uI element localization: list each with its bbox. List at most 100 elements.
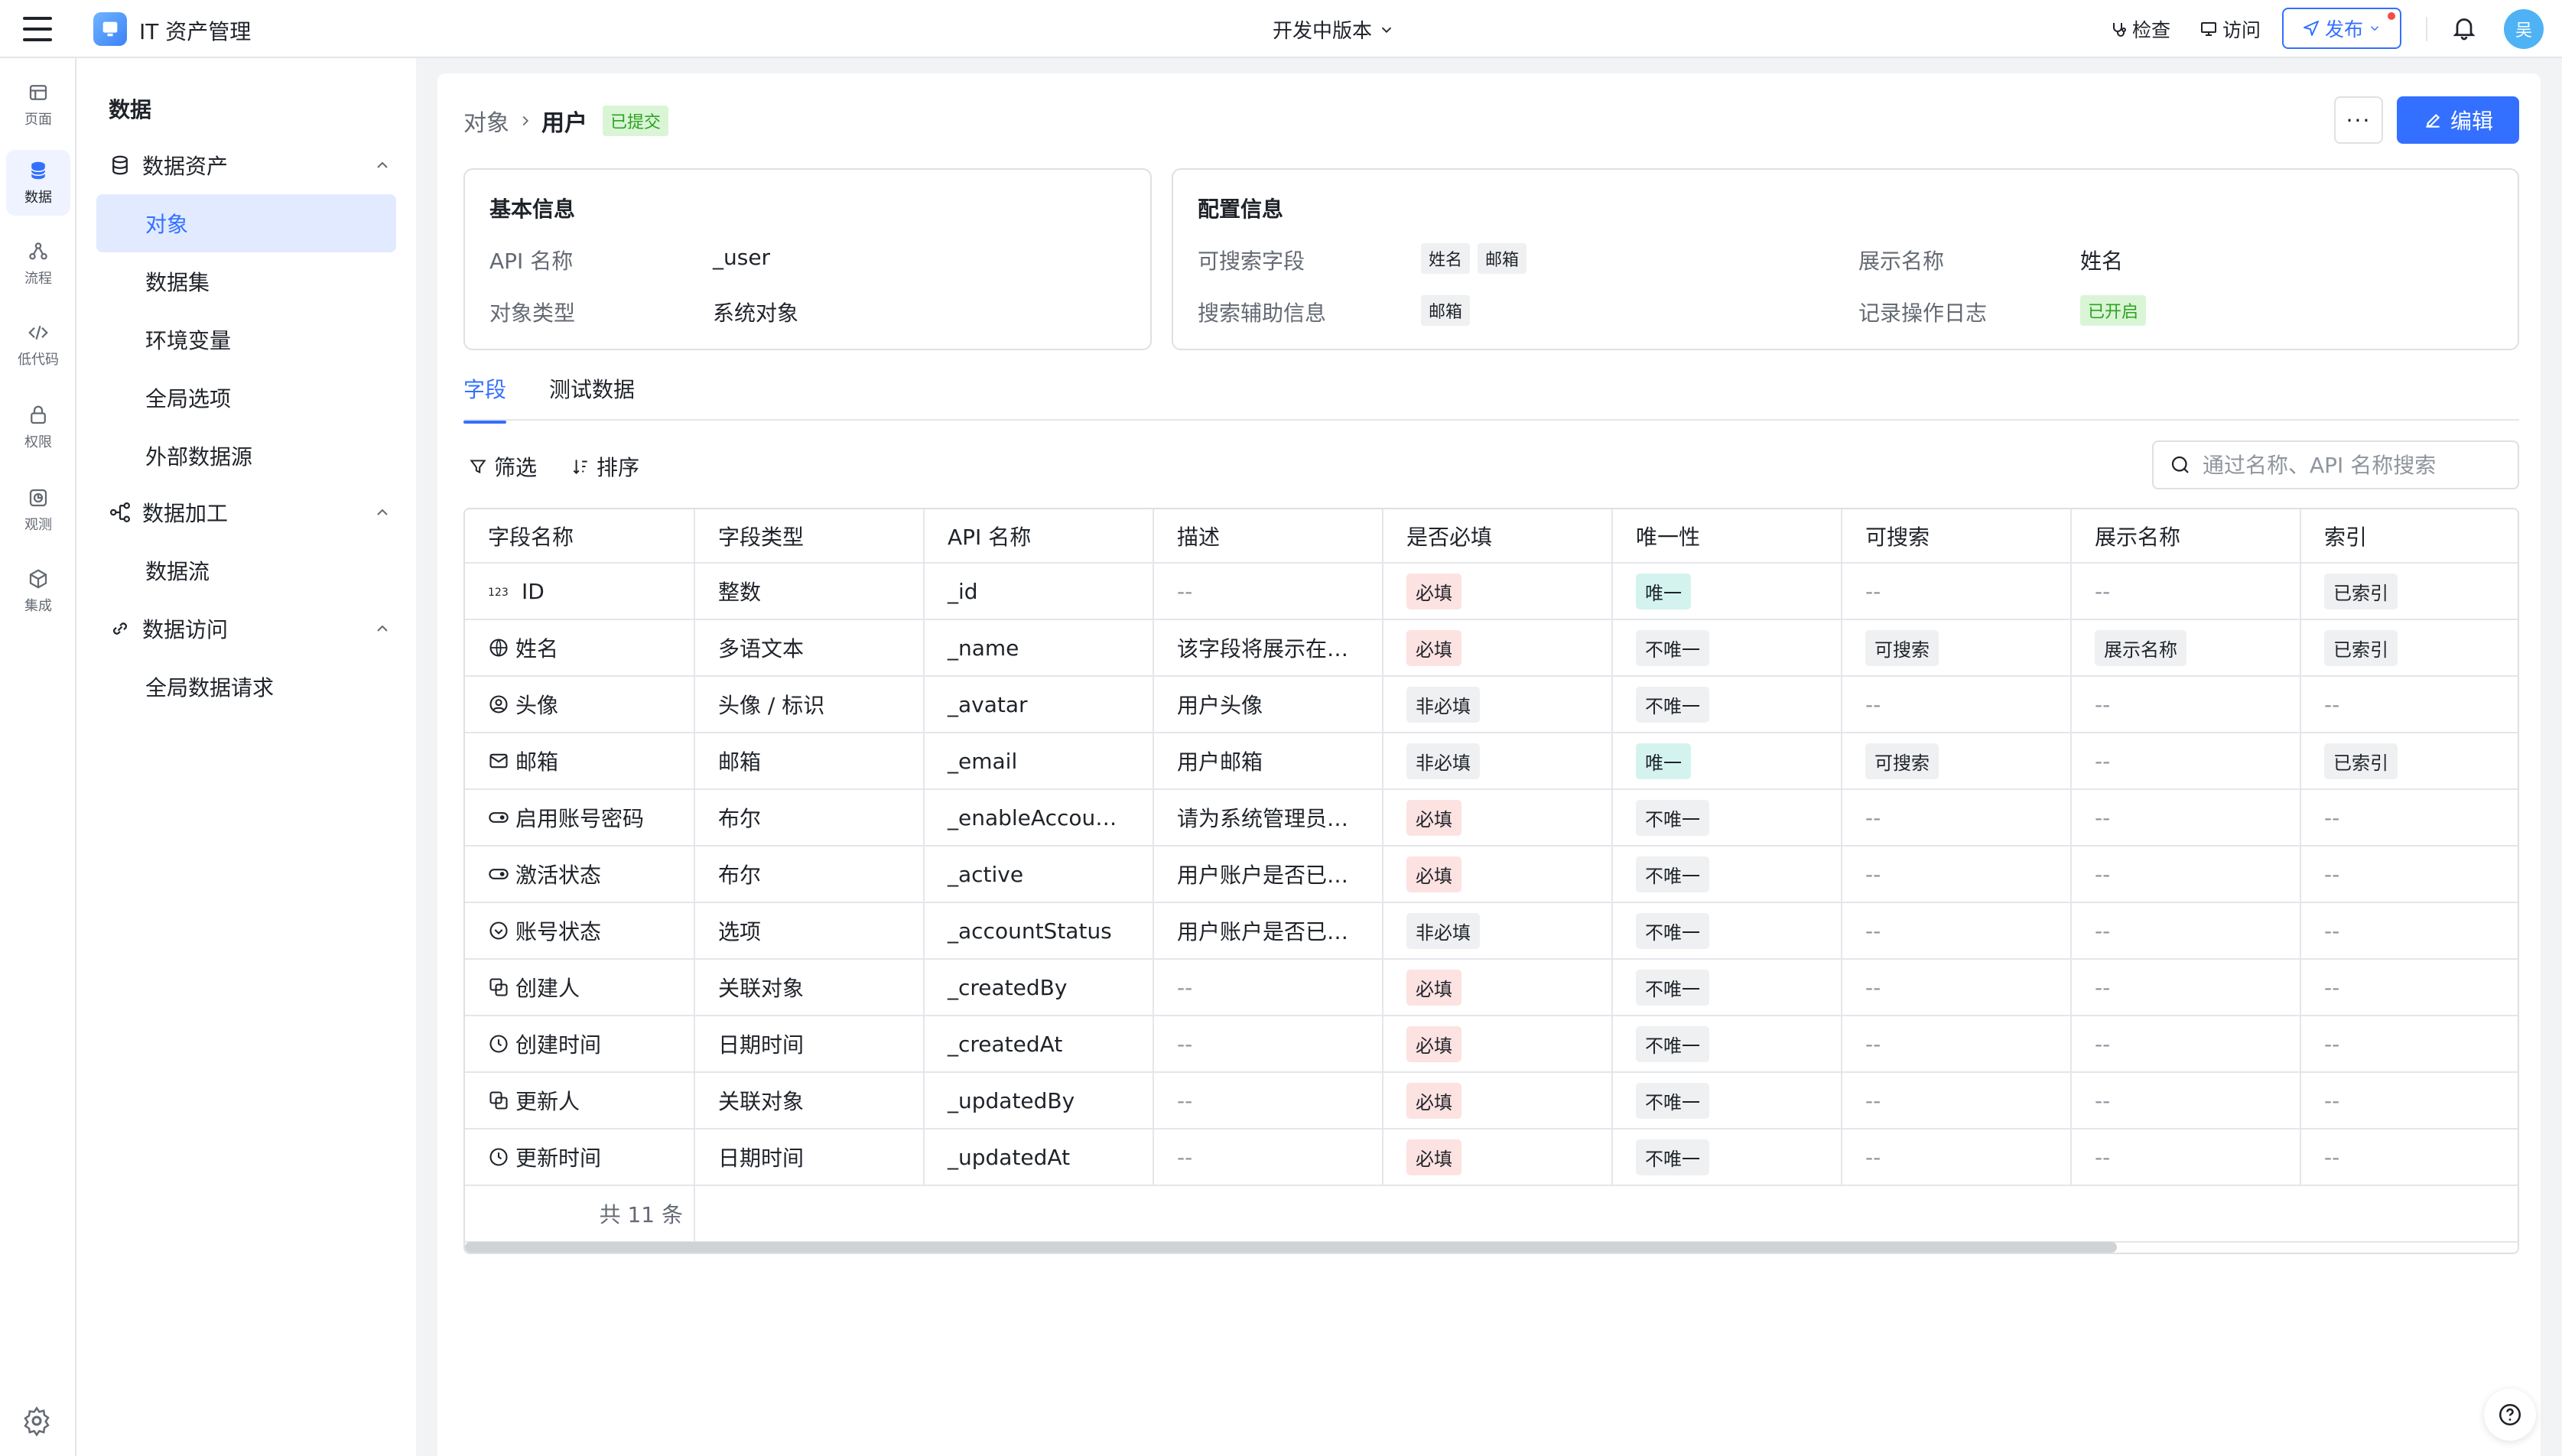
cell-type: 邮箱	[694, 733, 925, 790]
help-button[interactable]	[2484, 1389, 2536, 1441]
cell-searchable: 可搜索	[1842, 619, 2072, 677]
unique-badge: 不唯一	[1636, 912, 1709, 949]
cell-required: 必填	[1383, 789, 1613, 847]
cell-index: --	[2300, 1016, 2518, 1073]
table-row[interactable]: 创建人 关联对象 _createdBy -- 必填 不唯一 -- -- --	[465, 959, 2518, 1016]
version-selector[interactable]: 开发中版本	[1273, 15, 1395, 44]
cell-name: 创建人	[465, 959, 695, 1016]
cell-required: 非必填	[1383, 676, 1613, 733]
required-badge: 必填	[1406, 799, 1461, 836]
table-row[interactable]: 创建时间 日期时间 _createdAt -- 必填 不唯一 -- -- --	[465, 1016, 2518, 1073]
table-row[interactable]: 123 ID 整数 _id -- 必填 唯一 -- -- 已索引	[465, 563, 2518, 620]
rail-item-label: 集成	[24, 598, 52, 614]
rail-item-page[interactable]: 页面	[6, 72, 70, 138]
table-row[interactable]: 更新人 关联对象 _updatedBy -- 必填 不唯一 -- -- --	[465, 1072, 2518, 1129]
api-name-label: API 名称	[489, 249, 574, 274]
cell-unique: 不唯一	[1612, 959, 1842, 1016]
rail-item-observe[interactable]: 观测	[6, 477, 70, 543]
cell-searchable: 可搜索	[1842, 733, 2072, 790]
sort-button[interactable]: 排序	[571, 451, 639, 482]
cell-desc: 请为系统管理员启...	[1153, 789, 1383, 847]
field-name: 姓名	[515, 636, 559, 661]
cell-display: --	[2071, 1016, 2301, 1073]
tab-test-data[interactable]: 测试数据	[549, 373, 635, 422]
cell-api: _email	[924, 733, 1154, 790]
menu-icon[interactable]	[23, 17, 52, 41]
table-row[interactable]: 账号状态 选项 _accountStatus 用户账户是否已登录 非必填 不唯一 -- -- -…	[465, 902, 2518, 960]
sidebar-item-dataflow[interactable]: 数据流	[96, 541, 396, 600]
cell-api: _active	[924, 846, 1154, 903]
field-name: 更新时间	[515, 1146, 602, 1171]
publish-button[interactable]: 发布	[2282, 8, 2401, 49]
sidebar-item-dataset[interactable]: 数据集	[96, 252, 396, 310]
table-row[interactable]: 邮箱 邮箱 _email 用户邮箱 非必填 唯一 可搜索 -- 已索引	[465, 733, 2518, 790]
tab-fields[interactable]: 字段	[463, 373, 507, 424]
rail-item-integration[interactable]: 集成	[6, 558, 70, 624]
column-header: 是否必填	[1383, 509, 1613, 564]
footer-empty	[694, 1185, 2518, 1243]
clock-icon	[488, 1146, 509, 1168]
searchable-badge: 可搜索	[1865, 743, 1939, 779]
filter-button[interactable]: 筛选	[468, 451, 537, 482]
column-header: API 名称	[924, 509, 1154, 564]
table-row[interactable]: 姓名 多语文本 _name 该字段将展示在报... 必填 不唯一 可搜索 展示名称 已索引	[465, 619, 2518, 677]
tag: 邮箱	[1478, 243, 1527, 274]
cell-unique: 不唯一	[1612, 846, 1842, 903]
sidebar-item-object[interactable]: 对象	[96, 194, 396, 252]
cell-desc: --	[1153, 1072, 1383, 1129]
object-type-value: 系统对象	[713, 301, 799, 326]
sidebar-item-external-source[interactable]: 外部数据源	[96, 427, 396, 485]
column-header: 唯一性	[1612, 509, 1842, 564]
sidebar-group-data-processing[interactable]: 数据加工	[109, 491, 399, 534]
gear-icon[interactable]	[21, 1406, 52, 1436]
cell-display: --	[2071, 789, 2301, 847]
sidebar-item-env-vars[interactable]: 环境变量	[96, 310, 396, 369]
rail-item-flow[interactable]: 流程	[6, 231, 70, 297]
check-button[interactable]: 检查	[2109, 15, 2170, 43]
main-panel: 对象 用户 已提交 ··· 编辑 基本信息 API 名称 _user 对象类型 …	[437, 73, 2541, 1456]
table-row[interactable]: 激活状态 布尔 _active 用户账户是否已启用 必填 不唯一 -- -- --	[465, 846, 2518, 903]
bell-icon[interactable]	[2450, 14, 2478, 41]
cell-index: 已索引	[2300, 733, 2518, 790]
sidebar-group-data-access[interactable]: 数据访问	[109, 607, 399, 650]
rail-item-data[interactable]: 数据	[6, 150, 70, 216]
cell-index: --	[2300, 1072, 2518, 1129]
cell-searchable: --	[1842, 789, 2072, 847]
display-name-value: 姓名	[2080, 249, 2124, 274]
total-count: 共 11 条	[465, 1185, 695, 1243]
visit-button[interactable]: 访问	[2199, 15, 2261, 43]
rail-item-label: 观测	[24, 517, 52, 533]
notification-dot	[2388, 12, 2395, 20]
avatar[interactable]: 吴	[2504, 9, 2544, 49]
searchable-fields-label: 可搜索字段	[1198, 249, 1305, 274]
cell-required: 非必填	[1383, 902, 1613, 960]
cell-required: 非必填	[1383, 733, 1613, 790]
sidebar-item-global-options[interactable]: 全局选项	[96, 369, 396, 427]
breadcrumb-root[interactable]: 对象	[463, 104, 509, 138]
more-button[interactable]: ···	[2334, 96, 2383, 144]
cell-unique: 不唯一	[1612, 619, 1842, 677]
option-icon	[488, 920, 509, 941]
operation-log-value: 已开启	[2080, 295, 2154, 326]
sidebar-item-global-request[interactable]: 全局数据请求	[96, 658, 396, 716]
cell-api: _accountStatus	[924, 902, 1154, 960]
cell-index: --	[2300, 789, 2518, 847]
edit-button[interactable]: 编辑	[2397, 96, 2519, 144]
horizontal-scrollbar[interactable]	[465, 1242, 2117, 1253]
required-badge: 非必填	[1406, 743, 1480, 779]
chevron-down-icon	[2370, 26, 2379, 31]
sidebar-group-data-assets[interactable]: 数据资产	[109, 144, 399, 187]
search-input[interactable]	[2203, 452, 2508, 478]
table-row[interactable]: 更新时间 日期时间 _updatedAt -- 必填 不唯一 -- -- --	[465, 1129, 2518, 1186]
lock-icon	[31, 405, 46, 424]
cell-unique: 不唯一	[1612, 789, 1842, 847]
cell-desc: 用户邮箱	[1153, 733, 1383, 790]
display-badge: 展示名称	[2095, 629, 2186, 666]
flow-icon	[29, 242, 47, 260]
edit-label: 编辑	[2450, 109, 2493, 134]
table-row[interactable]: 头像 头像 / 标识 _avatar 用户头像 非必填 不唯一 -- -- --	[465, 676, 2518, 733]
rail-item-permission[interactable]: 权限	[6, 395, 70, 460]
cell-searchable: --	[1842, 1072, 2072, 1129]
table-row[interactable]: 启用账号密码 布尔 _enableAccountPa... 请为系统管理员启... 必填…	[465, 789, 2518, 847]
rail-item-lowcode[interactable]: 低代码	[6, 312, 70, 378]
